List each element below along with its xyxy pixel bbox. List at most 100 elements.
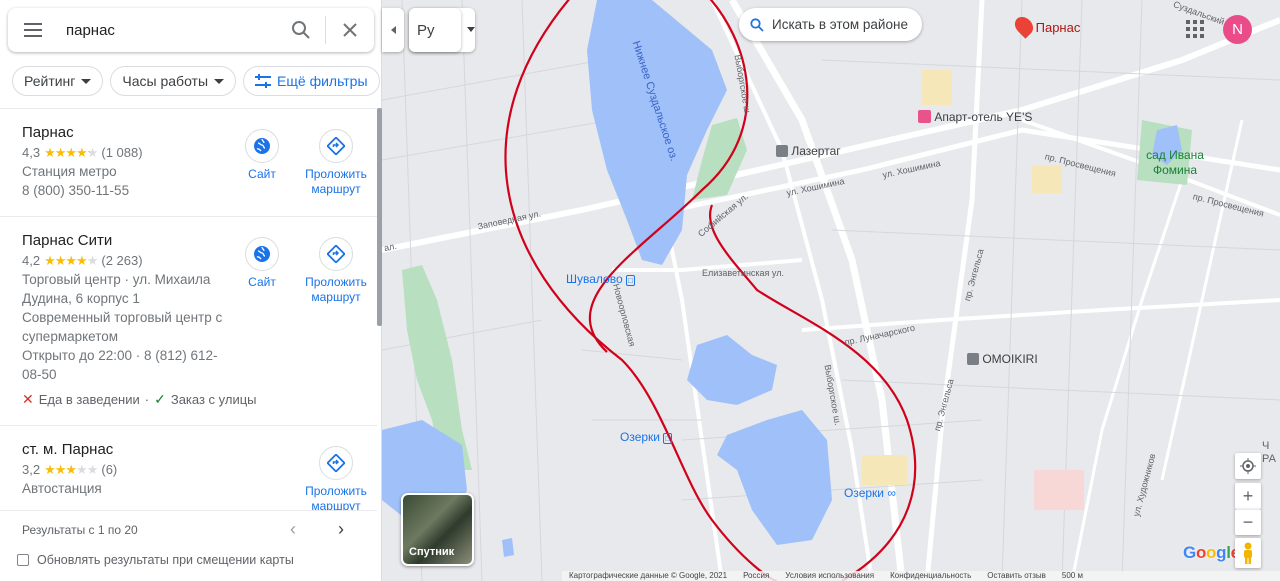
- review-count[interactable]: (1 088): [101, 143, 142, 162]
- place-label: Апарт-отель YE'S: [934, 110, 1033, 124]
- close-icon[interactable]: [326, 8, 374, 52]
- result-item[interactable]: ст. м. Парнас 3,2 ★★★★★ (6) Автостанция Пр…: [0, 426, 377, 510]
- pagination-text: Результаты с 1 по 20: [22, 522, 138, 537]
- omoikiri-place[interactable]: OMOIKIRI: [967, 352, 1038, 366]
- directions-button[interactable]: Проложить маршрут: [305, 237, 367, 305]
- search-input[interactable]: [58, 21, 277, 39]
- review-count[interactable]: (6): [101, 460, 117, 479]
- google-logo: Google: [1183, 543, 1240, 562]
- dine-in-tag: Еда в заведении: [38, 392, 140, 407]
- check-icon: ✓: [154, 391, 166, 407]
- stars-icon: ★★★★★: [44, 462, 98, 477]
- account-avatar[interactable]: N: [1223, 15, 1252, 44]
- location-pin-icon: [1011, 13, 1037, 39]
- zoom-out-button[interactable]: −: [1235, 509, 1261, 535]
- map-footer: Картографические данные © Google, 2021 Р…: [562, 571, 1280, 581]
- result-item[interactable]: Парнас 4,3 ★★★★★ (1 088) Станция метро 8 (…: [0, 109, 377, 217]
- satellite-layer-toggle[interactable]: Спутник: [401, 493, 474, 566]
- ozerki-station-left[interactable]: Озерки □: [620, 430, 673, 444]
- menu-icon[interactable]: [8, 8, 58, 52]
- search-box: [8, 8, 374, 52]
- shuvalovo-station[interactable]: Шувалово □: [566, 272, 635, 286]
- result-actions: Сайт Проложить маршрут: [231, 237, 367, 305]
- street-view-pegman[interactable]: [1235, 538, 1261, 568]
- website-button[interactable]: Сайт: [231, 129, 293, 197]
- tune-icon: [255, 74, 272, 88]
- website-button[interactable]: Сайт: [231, 237, 293, 305]
- metro-icon: □: [625, 275, 635, 286]
- map-canvas[interactable]: Нижнее Суздальское оз. Заповедная ул. ал…: [382, 0, 1280, 581]
- apps-grid-icon[interactable]: [1186, 20, 1204, 38]
- results-list: Парнас 4,3 ★★★★★ (1 088) Станция метро 8 (…: [0, 108, 377, 510]
- service-tags: ✕ Еда в заведении · ✓ Заказ с улицы: [22, 391, 377, 408]
- satellite-label: Спутник: [409, 546, 455, 558]
- more-filters-label: Ещё фильтры: [277, 73, 368, 89]
- district-label: Ч РА: [1262, 440, 1276, 465]
- result-hours: Открыто до 22:00 · 8 (812) 612-: [22, 348, 218, 363]
- globe-icon: [245, 129, 279, 163]
- zoom-in-button[interactable]: +: [1235, 483, 1261, 509]
- chevron-left-icon[interactable]: ‹: [290, 519, 296, 540]
- more-filters-button[interactable]: Ещё фильтры: [243, 66, 380, 96]
- metro-icon: □: [663, 433, 673, 444]
- crosshair-icon: [1240, 458, 1256, 474]
- directions-button[interactable]: Проложить маршрут: [305, 129, 367, 197]
- chevron-down-icon: [467, 27, 475, 32]
- directions-icon: [319, 129, 353, 163]
- search-icon[interactable]: [277, 8, 325, 52]
- directions-icon: [319, 446, 353, 480]
- chevron-left-icon: [390, 26, 396, 34]
- language-label: Ру: [417, 21, 435, 39]
- result-item[interactable]: Парнас Сити 4,2 ★★★★★ (2 263) Торговый цен…: [0, 217, 377, 426]
- directions-label: Проложить маршрут: [305, 484, 367, 510]
- rating-filter[interactable]: Рейтинг: [12, 66, 104, 96]
- place-icon: [776, 145, 788, 157]
- park-label: сад Ивана Фомина: [1146, 148, 1204, 177]
- update-results-toggle[interactable]: Обновлять результаты при смещении карты: [17, 553, 294, 567]
- aparthotel-place[interactable]: Апарт-отель YE'S: [918, 110, 1032, 124]
- pegman-icon: [1244, 542, 1252, 564]
- street-label: Елизаветинская ул.: [702, 268, 784, 278]
- parnas-pin[interactable]: Парнас: [1011, 13, 1081, 39]
- place-label: Лазертаг: [791, 144, 841, 158]
- search-this-area-button[interactable]: Искать в этом районе: [739, 8, 922, 41]
- my-location-button[interactable]: [1235, 453, 1261, 479]
- feedback-link[interactable]: Оставить отзыв: [987, 571, 1046, 581]
- stars-icon: ★★★★★: [44, 145, 98, 160]
- privacy-link[interactable]: Конфиденциальность: [890, 571, 971, 581]
- scale-label[interactable]: 500 м: [1062, 571, 1083, 581]
- hours-filter-label: Часы работы: [122, 73, 209, 89]
- search-this-area-label: Искать в этом районе: [772, 17, 908, 32]
- place-icon: [967, 353, 979, 365]
- update-results-checkbox[interactable]: [17, 554, 29, 566]
- rating-value: 4,3: [22, 145, 41, 160]
- rating-value: 4,2: [22, 253, 41, 268]
- place-label: Парнас: [1035, 20, 1081, 35]
- rail-icon: ∞: [887, 486, 896, 500]
- review-count[interactable]: (2 263): [101, 251, 142, 270]
- result-actions: Сайт Проложить маршрут: [231, 129, 367, 197]
- hours-filter[interactable]: Часы работы: [110, 66, 237, 96]
- takeout-tag: Заказ с улицы: [170, 392, 257, 407]
- search-icon: [750, 17, 764, 32]
- pagination: Результаты с 1 по 20 ‹ ›: [0, 510, 377, 548]
- terms-link[interactable]: Условия использования: [785, 571, 874, 581]
- language-button[interactable]: Ру: [409, 8, 475, 52]
- result-phone: 08-50: [22, 367, 57, 382]
- globe-icon: [245, 237, 279, 271]
- avatar-letter: N: [1232, 21, 1243, 38]
- country-link[interactable]: Россия: [743, 571, 769, 581]
- filter-chips: Рейтинг Часы работы Ещё фильтры: [12, 66, 380, 96]
- chevron-down-icon: [81, 78, 92, 84]
- lazertag-place[interactable]: Лазертаг: [776, 144, 841, 158]
- ozerki-station-right[interactable]: Озерки ∞: [844, 486, 896, 500]
- results-panel: Рейтинг Часы работы Ещё фильтры Парнас 4…: [0, 0, 382, 581]
- result-description: Современный торговый центр с: [22, 310, 223, 325]
- chevron-right-icon[interactable]: ›: [338, 519, 344, 540]
- directions-label: Проложить маршрут: [305, 167, 367, 196]
- stars-icon: ★★★★★: [44, 253, 98, 268]
- results-scrollbar[interactable]: [377, 108, 382, 326]
- collapse-panel-button[interactable]: [382, 8, 404, 52]
- website-label: Сайт: [248, 167, 276, 181]
- directions-button[interactable]: Проложить маршрут: [305, 446, 367, 510]
